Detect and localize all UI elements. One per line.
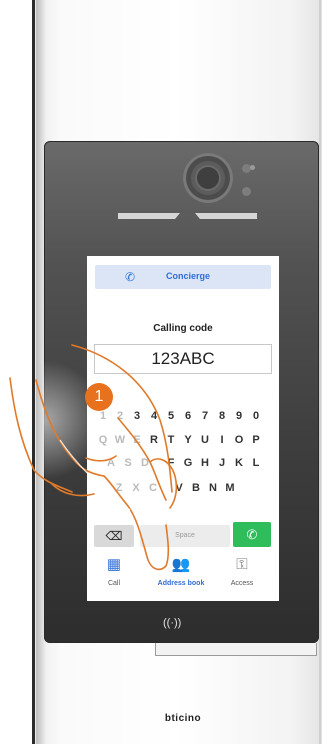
- hand-highlight: [59, 439, 131, 511]
- hand-outline: [85, 455, 117, 462]
- hand-outline: [103, 475, 170, 571]
- hand-outline: [149, 458, 178, 509]
- step-callout: 1: [85, 383, 113, 411]
- hand-outline-illustration: [9, 344, 178, 571]
